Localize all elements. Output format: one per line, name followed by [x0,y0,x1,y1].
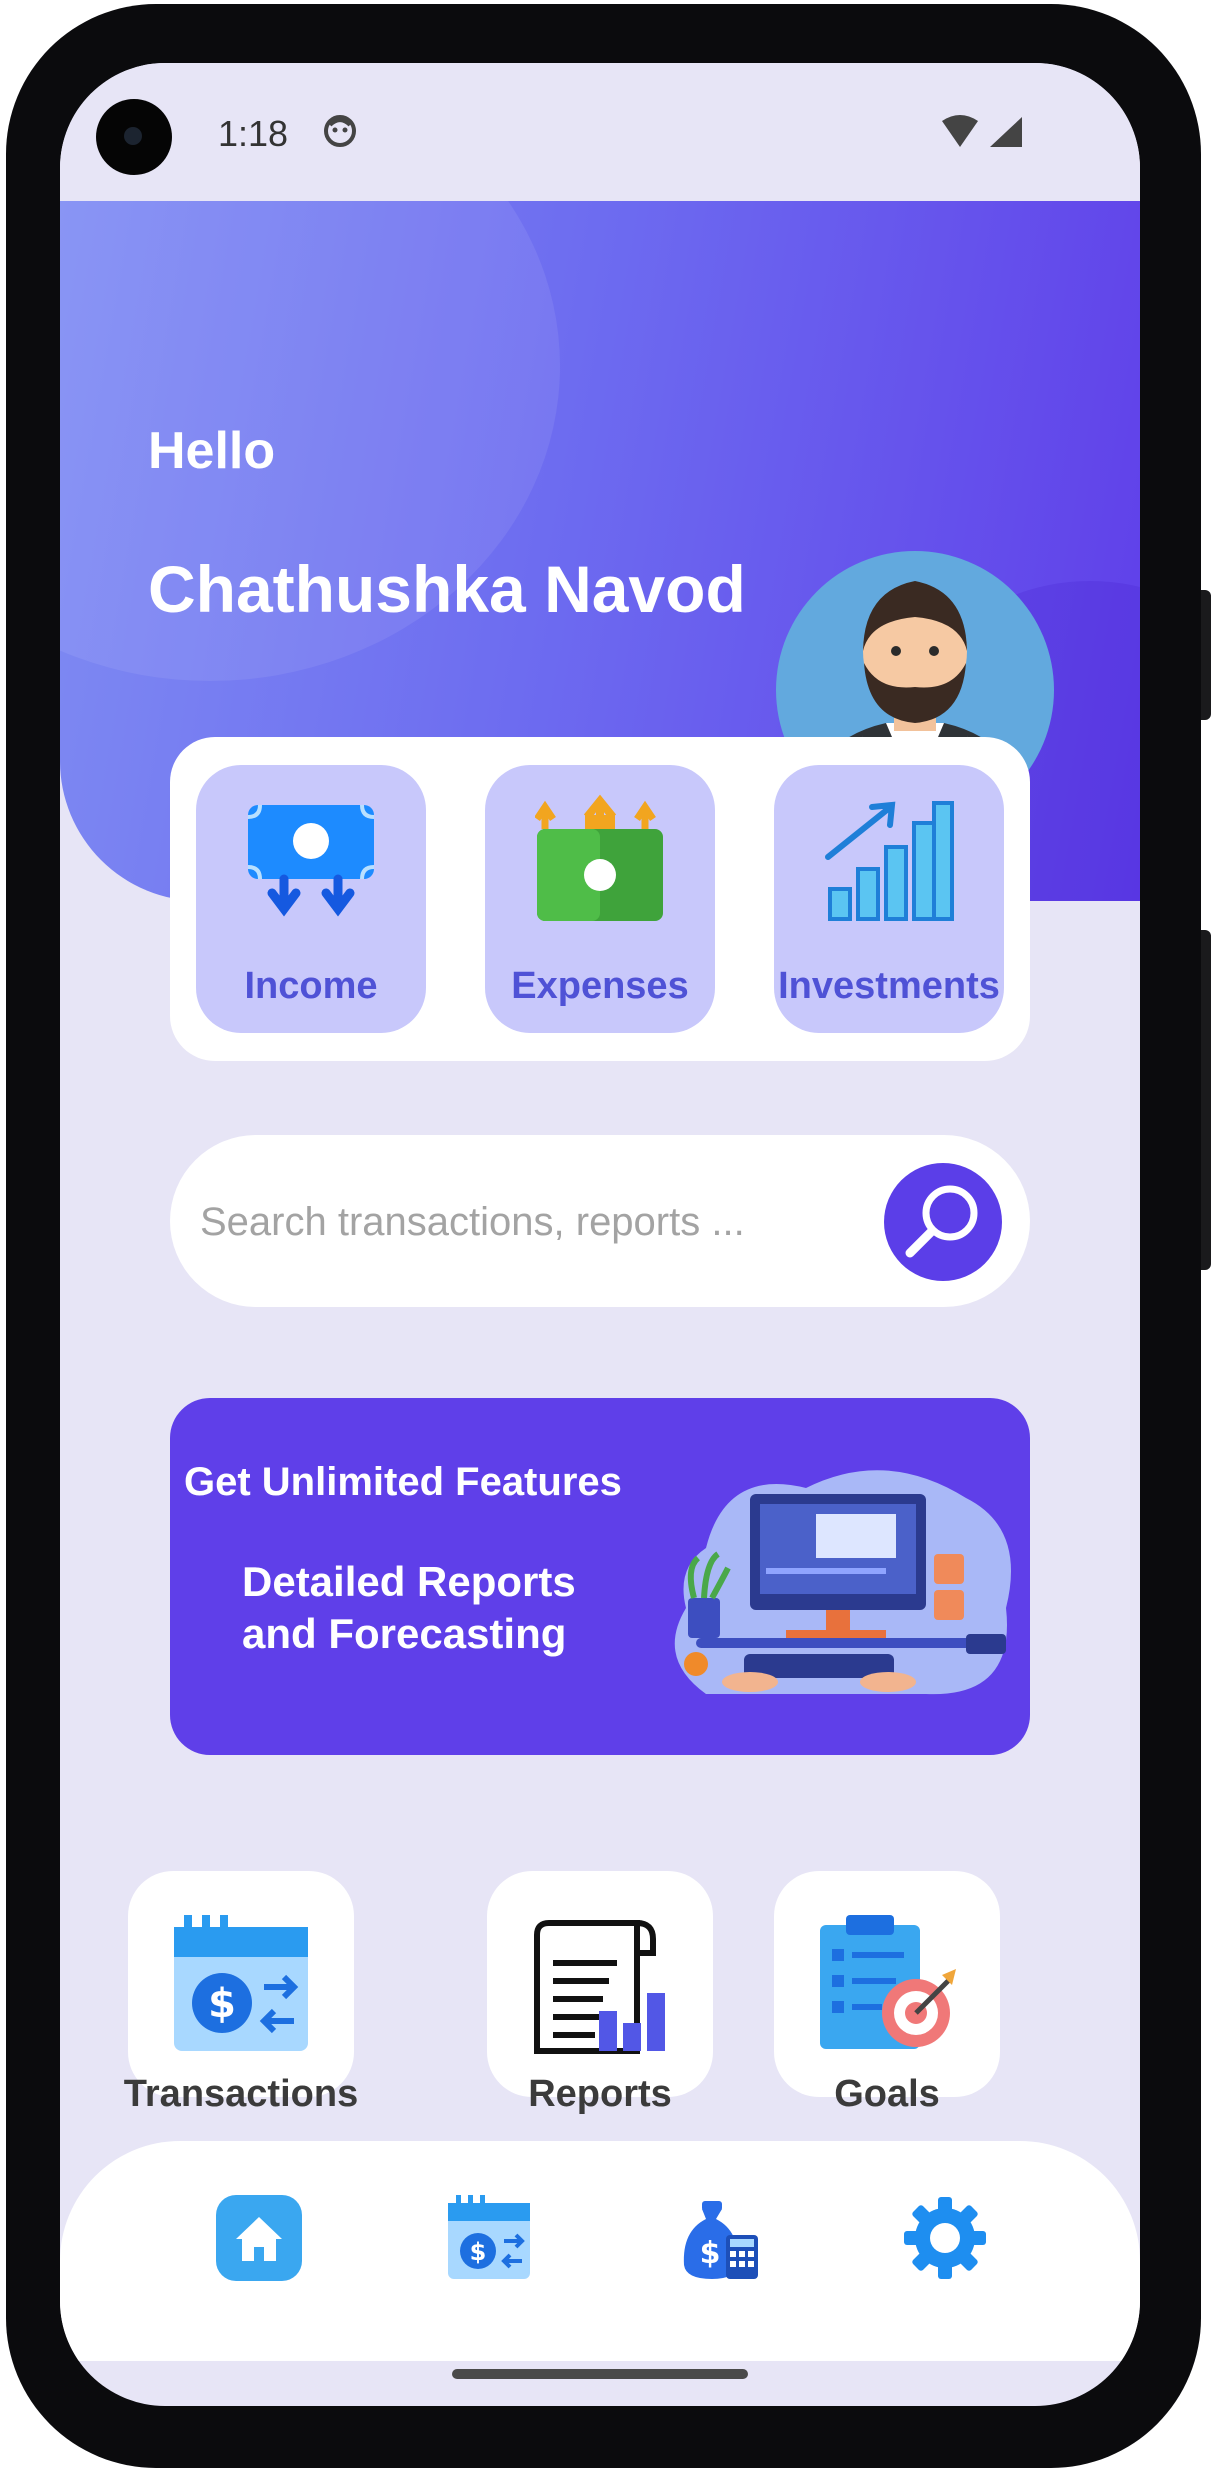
nav-transactions[interactable]: $ [446,2195,532,2281]
income-tile[interactable]: Income [196,765,426,1033]
app-screen: 1:18 Hello Chathushka Navod Income Expen… [60,63,1140,2406]
svg-text:$: $ [700,2236,721,2271]
expenses-label: Expenses [511,965,689,1007]
transactions-nav-icon: $ [448,2195,530,2279]
search-button[interactable] [884,1163,1002,1281]
reports-icon [534,1920,665,2054]
reports-shortcut[interactable] [487,1871,713,2097]
goals-label: Goals [834,2073,940,2115]
transactions-icon: $ [174,1915,308,2051]
budget-calculator-icon: $ [683,2201,758,2279]
expenses-icon [535,794,663,921]
promo-banner[interactable]: Get Unlimited Features Detailed Reports … [170,1398,1030,1755]
search-icon [905,1185,978,1258]
phone-device: 1:18 Hello Chathushka Navod Income Expen… [0,0,1211,2474]
nav-budget[interactable]: $ [674,2195,760,2281]
search-bar [170,1135,1030,1307]
investments-icon [825,801,954,921]
goals-shortcut[interactable] [774,1871,1000,2097]
income-label: Income [244,965,378,1007]
signal-icon [988,115,1024,154]
svg-text:$: $ [470,2238,487,2266]
transactions-shortcut[interactable]: $ [128,1871,354,2097]
status-bar: 1:18 [60,63,1140,201]
promo-subtitle: Detailed Reports and Forecasting [242,1558,576,1657]
income-icon [247,804,375,917]
user-name: Chathushka Navod [148,552,746,626]
reports-label: Reports [528,2073,672,2115]
search-input[interactable] [198,1193,802,1251]
expenses-tile[interactable]: Expenses [485,765,715,1033]
home-indicator[interactable] [452,2369,748,2379]
transactions-label: Transactions [123,2073,359,2115]
wifi-icon [940,113,980,154]
notification-icon [322,113,358,154]
front-camera [96,99,172,175]
volume-button [1201,590,1211,720]
category-card: Income Expenses Investments [170,737,1030,1061]
svg-text:$: $ [208,1981,236,2027]
promo-title: Get Unlimited Features [184,1460,622,1504]
home-icon [216,2195,302,2281]
workspace-illustration [674,1470,1011,1695]
status-time: 1:18 [218,113,289,154]
power-button [1201,930,1211,1270]
goals-icon [820,1915,956,2049]
investments-label: Investments [778,965,1000,1007]
investments-tile[interactable]: Investments [774,765,1004,1033]
nav-home[interactable] [216,2195,302,2281]
greeting-text: Hello [148,422,276,480]
bottom-navigation: $ $ [60,2141,1140,2361]
settings-icon [904,2197,986,2279]
nav-settings[interactable] [902,2195,988,2281]
